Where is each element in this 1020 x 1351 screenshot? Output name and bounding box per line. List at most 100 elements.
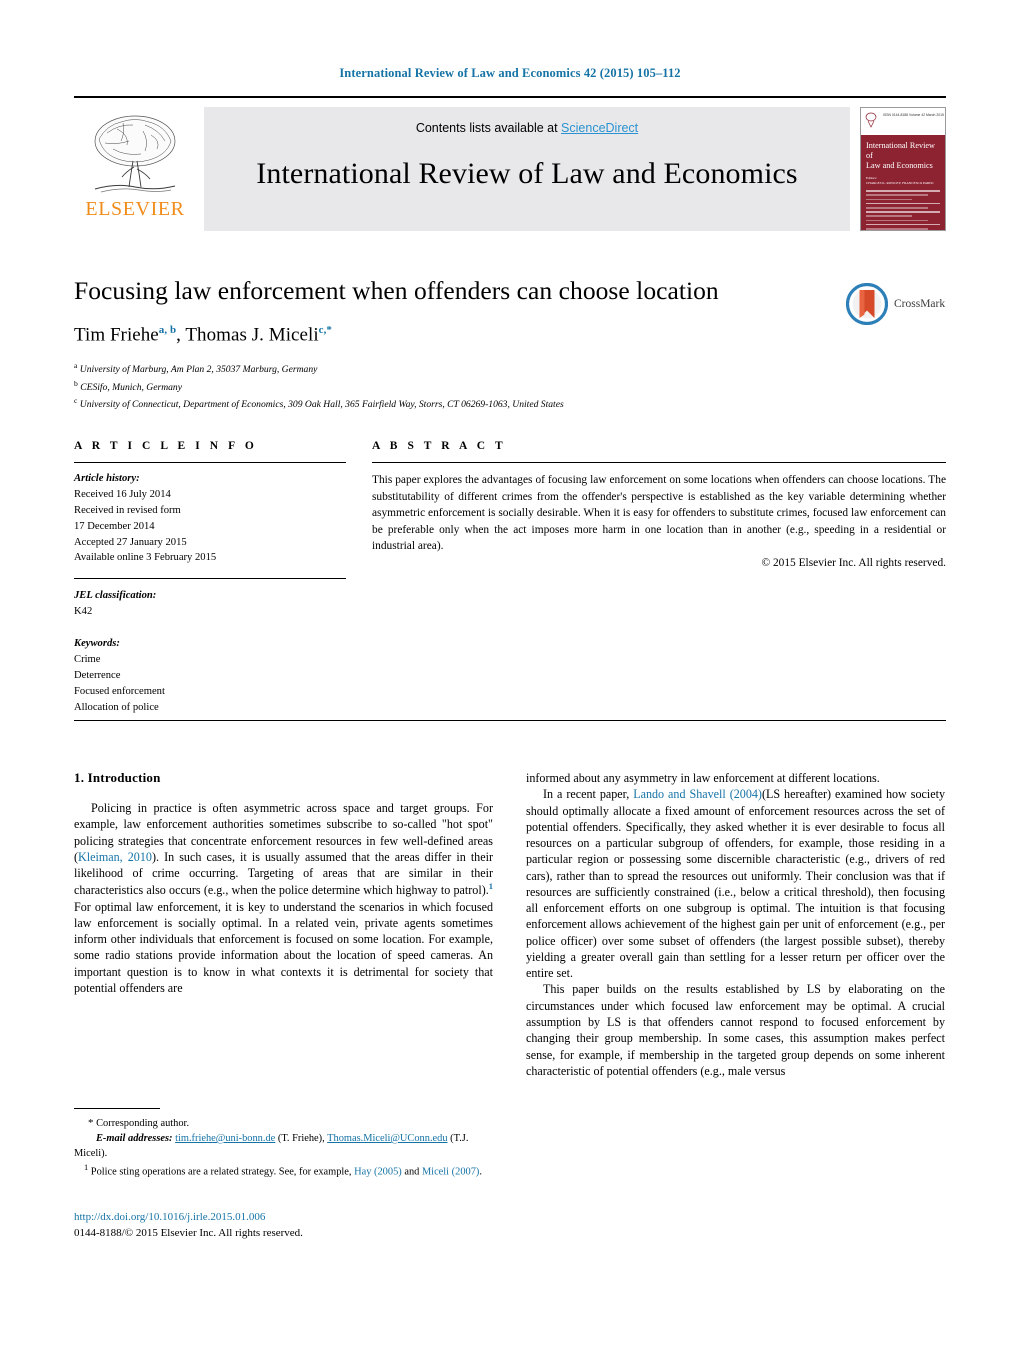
corresponding-author-marker[interactable]: * xyxy=(326,324,332,336)
doi-link[interactable]: http://dx.doi.org/10.1016/j.irle.2015.01… xyxy=(74,1210,574,1226)
article-info-column: A R T I C L E I N F O Article history: R… xyxy=(74,440,346,716)
abstract-heading: A B S T R A C T xyxy=(372,440,507,452)
cover-title-line2: of xyxy=(866,151,873,160)
citation-lando-shavell-2004[interactable]: Lando and Shavell (2004) xyxy=(633,787,762,801)
corresponding-author-note: * Corresponding author. xyxy=(74,1116,493,1132)
cover-issn: ISSN 0144-8188 Volume 42 March 2015 xyxy=(883,113,944,117)
elsevier-logo: ELSEVIER xyxy=(74,107,196,231)
abstract-copyright: © 2015 Elsevier Inc. All rights reserved… xyxy=(761,556,946,569)
cover-title-line3: Law and Economics xyxy=(866,161,933,170)
abstract-rule xyxy=(372,462,946,463)
elsevier-wordmark: ELSEVIER xyxy=(85,198,185,220)
keyword-focused-enforcement: Focused enforcement xyxy=(74,685,165,697)
citation-miceli-2007[interactable]: Miceli (2007) xyxy=(422,1166,479,1177)
footnote-ref-1[interactable]: 1 xyxy=(489,881,493,891)
history-accepted: Accepted 27 January 2015 xyxy=(74,536,187,548)
contents-prefix: Contents lists available at xyxy=(415,121,562,135)
cover-title-line1: International Review xyxy=(866,141,935,150)
cover-editors-names: CHARLES K. ROWLEY, FRANCESCO PARISI xyxy=(866,181,934,186)
elsevier-tree-icon xyxy=(94,115,176,193)
author-list: Tim Friehea, b, Thomas J. Micelic,* xyxy=(74,323,332,345)
affiliation-c-marker: c xyxy=(74,396,78,406)
crossmark-label: CrossMark xyxy=(894,298,946,310)
contents-line: Contents lists available at ScienceDirec… xyxy=(204,107,850,135)
info-abstract-block: A R T I C L E I N F O Article history: R… xyxy=(74,440,946,716)
body-right-column: informed about any asymmetry in law enfo… xyxy=(526,770,945,1079)
affiliation-b: b CESifo, Munich, Germany xyxy=(74,378,946,396)
citation-kleiman-2010[interactable]: Kleiman, 2010 xyxy=(78,850,152,864)
article-history-label: Article history: xyxy=(74,473,140,484)
footnote-rule xyxy=(74,1108,160,1109)
journal-banner: Contents lists available at ScienceDirec… xyxy=(204,107,850,231)
keyword-deterrence: Deterrence xyxy=(74,669,121,681)
paper-page: International Review of Law and Economic… xyxy=(0,0,1020,1351)
body-left-column: 1. Introduction Policing in practice is … xyxy=(74,770,493,1079)
footnote-1: 1 Police sting operations are a related … xyxy=(74,1162,493,1180)
cover-editors: Editors: CHARLES K. ROWLEY, FRANCESCO PA… xyxy=(861,171,945,186)
affiliation-a: a University of Marburg, Am Plan 2, 3503… xyxy=(74,360,946,378)
cover-header: ISSN 0144-8188 Volume 42 March 2015 xyxy=(861,108,945,135)
affiliation-list: a University of Marburg, Am Plan 2, 3503… xyxy=(74,360,946,413)
cover-toc-lines xyxy=(861,186,945,230)
journal-masthead: ELSEVIER Contents lists available at Sci… xyxy=(74,96,946,231)
affiliation-c: c University of Connecticut, Department … xyxy=(74,395,946,413)
keyword-crime: Crime xyxy=(74,654,101,666)
paragraph-right-3: This paper builds on the results establi… xyxy=(526,982,945,1078)
email-label: E-mail addresses: xyxy=(96,1132,173,1144)
footnote-1-part-c: . xyxy=(479,1166,482,1178)
email-link-friehe[interactable]: tim.friehe@uni-bonn.de xyxy=(175,1133,275,1144)
title-block: Focusing law enforcement when offenders … xyxy=(74,276,946,413)
abstract-text: This paper explores the advantages of fo… xyxy=(372,474,946,553)
affiliation-b-marker: b xyxy=(74,378,78,388)
keywords-label: Keywords: xyxy=(74,638,120,650)
crossmark-badge[interactable]: CrossMark xyxy=(846,282,946,326)
section-heading-introduction: 1. Introduction xyxy=(74,770,161,785)
keywords-block: Keywords: Crime Deterrence Focused enfor… xyxy=(74,636,346,715)
affiliation-a-marker: a xyxy=(74,360,78,370)
citation-hay-2005[interactable]: Hay (2005) xyxy=(354,1166,402,1177)
page-title: Focusing law enforcement when offenders … xyxy=(74,276,719,305)
corresponding-star: * xyxy=(88,1117,94,1129)
affiliation-b-text: CESifo, Munich, Germany xyxy=(80,381,182,393)
masthead-top-rule xyxy=(74,96,946,98)
keyword-allocation-of-police: Allocation of police xyxy=(74,701,159,713)
email-link-miceli[interactable]: Thomas.Miceli@UConn.edu xyxy=(327,1133,447,1144)
history-received: Received 16 July 2014 xyxy=(74,488,171,500)
affiliation-a-text: University of Marburg, Am Plan 2, 35037 … xyxy=(79,364,318,376)
journal-cover-thumbnail[interactable]: ISSN 0144-8188 Volume 42 March 2015 Inte… xyxy=(860,107,946,231)
footnote-block: * Corresponding author. E-mail addresses… xyxy=(74,1108,493,1180)
jel-rule xyxy=(74,578,346,580)
email-owner-friehe: (T. Friehe), xyxy=(277,1132,325,1144)
sciencedirect-link[interactable]: ScienceDirect xyxy=(561,121,638,135)
para-right-2-part-a: In a recent paper, xyxy=(543,787,634,802)
paragraph-right-1: informed about any asymmetry in law enfo… xyxy=(526,771,880,785)
history-revised-date: 17 December 2014 xyxy=(74,520,155,532)
email-addresses-note: E-mail addresses: tim.friehe@uni-bonn.de… xyxy=(74,1132,493,1162)
cover-title: International Review of Law and Economic… xyxy=(861,135,945,171)
footnote-1-part-b: and xyxy=(401,1166,422,1178)
corresponding-text: Corresponding author. xyxy=(96,1118,190,1129)
author-1-name: Tim Friehe xyxy=(74,323,159,345)
history-revised-label: Received in revised form xyxy=(74,504,181,516)
author-2-name: Thomas J. Miceli xyxy=(185,323,319,345)
issn-copyright: 0144-8188/© 2015 Elsevier Inc. All right… xyxy=(74,1226,303,1239)
jel-block: JEL classification: K42 xyxy=(74,588,346,620)
journal-title: International Review of Law and Economic… xyxy=(256,157,798,190)
para-left-1-part-c: For optimal law enforcement, it is key t… xyxy=(74,899,493,995)
page-footer: http://dx.doi.org/10.1016/j.irle.2015.01… xyxy=(74,1210,574,1242)
article-info-heading: A R T I C L E I N F O xyxy=(74,440,258,452)
abstract-column: A B S T R A C T This paper explores the … xyxy=(372,440,946,716)
affiliation-c-text: University of Connecticut, Department of… xyxy=(79,399,564,411)
author-1-affil-marker[interactable]: a, b xyxy=(159,324,176,336)
cover-elsevier-icon xyxy=(865,112,877,128)
footnote-1-part-a: Police sting operations are a related st… xyxy=(88,1166,355,1178)
running-head: International Review of Law and Economic… xyxy=(339,66,681,80)
jel-codes: K42 xyxy=(74,606,93,618)
body-separator-rule xyxy=(74,720,946,721)
history-available: Available online 3 February 2015 xyxy=(74,552,217,564)
jel-label: JEL classification: xyxy=(74,590,157,602)
paragraph-right-2: In a recent paper, Lando and Shavell (20… xyxy=(526,786,945,981)
article-info-rule xyxy=(74,462,346,463)
article-history: Article history: Received 16 July 2014 R… xyxy=(74,471,346,566)
para-right-2-part-b: (LS hereafter) examined how society shou… xyxy=(526,787,945,981)
